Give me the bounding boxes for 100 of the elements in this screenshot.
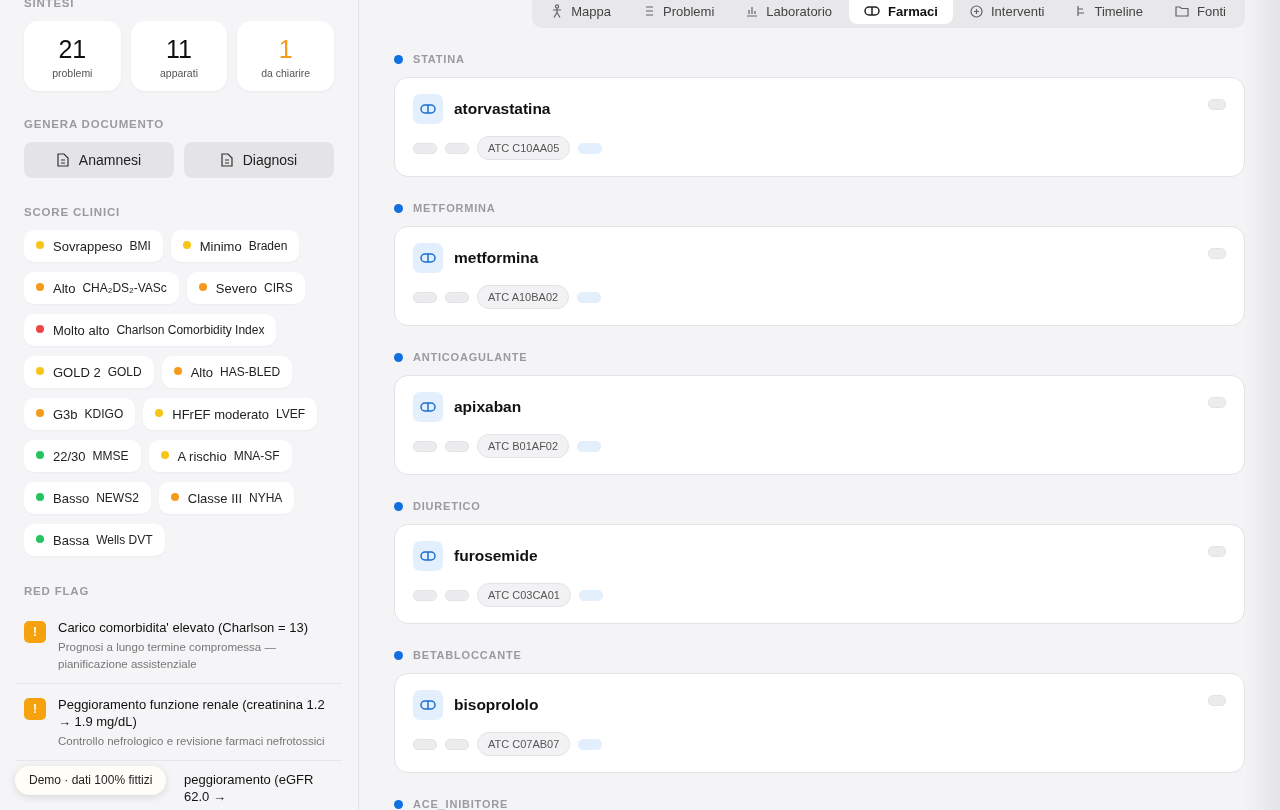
alert-title: Peggioramento funzione renale (creatinina 1.2 → 1.9 mg/dL): [58, 696, 326, 730]
score-name: MNA-SF: [233, 449, 280, 463]
drug-name: bisoprololo: [454, 696, 540, 714]
score-name: CHA₂DS₂-VASc: [82, 281, 167, 295]
score-value: Minimo: [199, 238, 242, 254]
pill-icon: [413, 94, 443, 124]
score-value: 22/30: [53, 448, 86, 464]
category-dot: [394, 352, 403, 362]
score-value: Bassa: [53, 532, 90, 548]
loading-placeholder: [413, 142, 437, 154]
score-name: KDIGO: [84, 407, 124, 421]
loading-placeholder: [1208, 247, 1226, 259]
plus-circle-icon: [969, 4, 983, 18]
loading-placeholder: [577, 291, 602, 303]
loading-placeholder: [1208, 98, 1226, 110]
warning-icon: !: [24, 621, 46, 643]
score-name: LVEF: [276, 407, 306, 421]
person-icon: [551, 4, 564, 18]
loading-placeholder: [445, 291, 469, 303]
score-value: Classe III: [187, 490, 242, 506]
score-value: Sovrappeso: [53, 238, 123, 254]
drug-card[interactable]: metformina ATC A10BA02: [394, 226, 1245, 326]
tab[interactable]: Mappa: [536, 0, 626, 24]
score-value: A rischio: [177, 448, 227, 464]
loading-placeholder: [1208, 545, 1226, 557]
loading-placeholder: [445, 440, 469, 452]
stat-label: da chiarire: [261, 66, 311, 79]
alert-detail: Prognosi a lungo termine compromessa — pianificazione assistenziale: [58, 640, 277, 672]
tab[interactable]: Fonti: [1160, 0, 1241, 24]
category-title: ACE_INIBITORE: [413, 798, 509, 810]
drug-name: atorvastatina: [454, 100, 552, 118]
drug-card[interactable]: apixaban ATC B01AF02: [394, 375, 1245, 475]
stat-value: 1: [278, 33, 293, 64]
loading-placeholder: [1208, 694, 1226, 706]
score-value: GOLD 2: [53, 364, 101, 380]
score-name: CIRS: [264, 281, 293, 295]
score-name: MMSE: [92, 449, 129, 463]
warning-icon: !: [24, 698, 46, 720]
drug-name: furosemide: [454, 547, 539, 565]
tab[interactable]: Interventi: [954, 0, 1060, 24]
category-title: ANTICOAGULANTE: [413, 351, 528, 363]
drug-name: metformina: [454, 249, 540, 267]
score-value: G3b: [53, 406, 78, 422]
loading-placeholder: [578, 142, 603, 154]
category-dot: [394, 54, 403, 64]
document-icon: [56, 153, 69, 167]
loading-placeholder: [578, 589, 603, 601]
stat-value: 21: [58, 33, 87, 64]
score-value: Molto alto: [53, 322, 110, 338]
score-name: NYHA: [249, 491, 283, 505]
atc-code: ATC A10BA02: [477, 285, 570, 309]
bar-chart-icon: [746, 5, 759, 17]
loading-placeholder: [413, 440, 437, 452]
generate-document-button[interactable]: Anamnesi: [24, 142, 174, 178]
pill-icon: [413, 392, 443, 422]
stat-value: 11: [166, 33, 192, 64]
atc-code: ATC C10AA05: [477, 136, 571, 160]
document-icon: [220, 153, 233, 167]
pill-icon: [413, 690, 443, 720]
score-value: Alto: [190, 364, 214, 380]
alert-title: Carico comorbidita' elevato (Charlson = 13): [58, 619, 309, 636]
score-value: Severo: [215, 280, 258, 296]
generate-document-button[interactable]: Diagnosi: [184, 142, 334, 178]
pill-icon: [413, 541, 443, 571]
category-dot: [394, 501, 403, 511]
category-dot: [394, 799, 403, 809]
score-value: Basso: [53, 490, 90, 506]
folder-icon: [1175, 5, 1190, 17]
category-title: BETABLOCCANTE: [413, 649, 522, 661]
category-dot: [394, 203, 403, 213]
tab[interactable]: Laboratorio: [731, 0, 848, 24]
stat-label: problemi: [52, 66, 93, 79]
drug-card[interactable]: bisoprololo ATC C07AB07: [394, 673, 1245, 773]
drug-name: apixaban: [454, 398, 523, 416]
pill-icon: [413, 243, 443, 273]
tab[interactable]: Timeline: [1061, 0, 1159, 24]
loading-placeholder: [413, 291, 437, 303]
atc-code: ATC C07AB07: [477, 732, 571, 756]
loading-placeholder: [1208, 396, 1226, 408]
score-name: Wells DVT: [96, 533, 153, 547]
score-name: GOLD: [107, 365, 142, 379]
category-dot: [394, 650, 403, 660]
score-name: NEWS2: [96, 491, 139, 505]
drug-card[interactable]: atorvastatina ATC C10AA05: [394, 77, 1245, 177]
loading-placeholder: [445, 589, 469, 601]
score-value: HFrEF moderato: [172, 406, 270, 422]
loading-placeholder: [578, 738, 603, 750]
pill-icon: [864, 6, 881, 16]
score-value: Alto: [53, 280, 76, 296]
timeline-icon: [1076, 5, 1087, 17]
section-title: GENERA DOCUMENTO: [24, 118, 165, 130]
drug-card[interactable]: furosemide ATC C03CA01: [394, 524, 1245, 624]
tab[interactable]: Problemi: [628, 0, 730, 24]
atc-code: ATC C03CA01: [477, 583, 571, 607]
loading-placeholder: [445, 142, 469, 154]
category-title: DIURETICO: [413, 500, 481, 512]
category-title: METFORMINA: [413, 202, 496, 214]
tab[interactable]: Farmaci: [849, 0, 953, 24]
alert-detail: Controllo nefrologico e revisione farmaci nefrotossici: [58, 734, 326, 749]
loading-placeholder: [577, 440, 602, 452]
